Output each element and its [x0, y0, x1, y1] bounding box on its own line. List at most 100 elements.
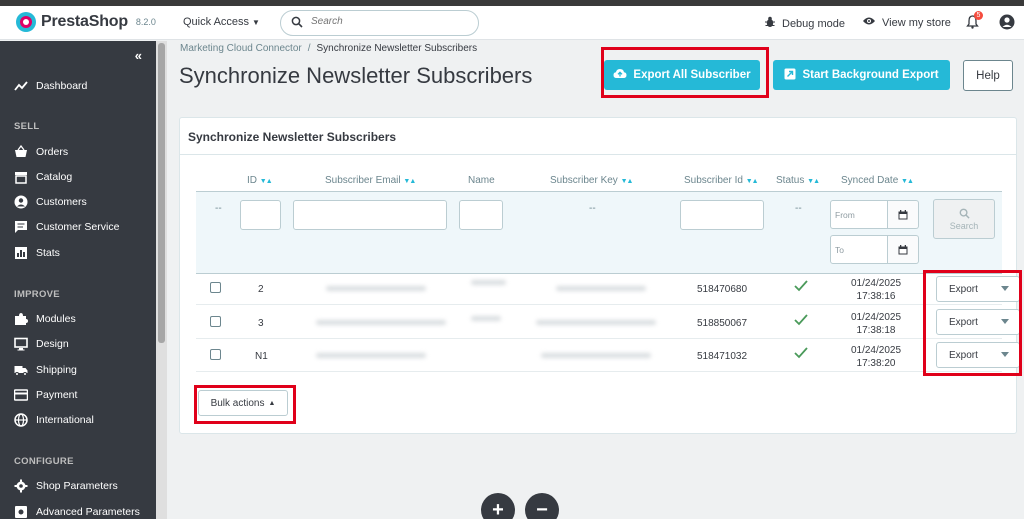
row-checkbox[interactable] [210, 349, 221, 360]
column-header-subscriber-id[interactable]: Subscriber Id ▼▲ [684, 175, 759, 186]
zoom-in-button[interactable]: + [481, 493, 515, 519]
date-from-picker[interactable] [888, 200, 919, 229]
quick-access-label: Quick Access [183, 16, 250, 28]
filter-email-input[interactable] [293, 200, 447, 230]
notification-badge: 5 [974, 11, 983, 20]
search-box[interactable] [280, 10, 479, 36]
notifications-button[interactable]: 5 [966, 11, 983, 32]
table-row: N1 518471032 01/24/2025 17:38:20 [196, 339, 1002, 372]
search-icon [959, 208, 970, 219]
sort-icon[interactable]: ▼▲ [260, 178, 273, 185]
sidebar-item-shop-parameters[interactable]: Shop Parameters [14, 479, 118, 493]
help-button[interactable]: Help [963, 60, 1013, 91]
sidebar-item-dashboard[interactable]: Dashboard [14, 79, 87, 93]
filter-subscriber-id-input[interactable] [680, 200, 764, 230]
calendar-icon [898, 244, 908, 254]
sidebar-section-sell: SELL [14, 121, 40, 132]
column-header-label: Name [468, 175, 495, 186]
eye-icon [862, 16, 876, 29]
sidebar-item-payment[interactable]: Payment [14, 388, 77, 402]
credit-card-icon [14, 389, 28, 401]
sidebar-item-label: Design [36, 338, 69, 350]
sidebar-item-customer-service[interactable]: Customer Service [14, 220, 119, 234]
version-label: 8.2.0 [135, 17, 156, 27]
date-from-input[interactable]: From [830, 200, 888, 229]
row-checkbox[interactable] [210, 316, 221, 327]
sidebar-item-advanced-parameters[interactable]: Advanced Parameters [14, 505, 140, 519]
sidebar-item-orders[interactable]: Orders [14, 145, 68, 159]
truck-icon [14, 366, 28, 376]
plus-icon: + [492, 498, 504, 519]
row-synced-date: 01/24/2025 17:38:20 [846, 344, 906, 370]
sidebar-item-label: Customers [36, 196, 87, 208]
prestashop-logo[interactable]: PrestaShop 8.2.0 [16, 12, 156, 32]
sidebar-item-label: Modules [36, 313, 76, 325]
filter-id-input[interactable] [240, 200, 281, 230]
sidebar-item-international[interactable]: International [14, 413, 94, 427]
highlight-box-bulk-actions [194, 385, 296, 424]
bug-icon [764, 16, 776, 31]
column-header-subscriber-key[interactable]: Subscriber Key ▼▲ [550, 175, 634, 186]
redacted-key [541, 353, 651, 358]
redacted-name [471, 316, 501, 321]
top-header: PrestaShop 8.2.0 Quick Access▼ Debug mod… [0, 6, 1024, 40]
sidebar-section-improve: IMPROVE [14, 289, 60, 300]
status-check-icon [794, 280, 808, 295]
redacted-email [316, 353, 426, 358]
settings-box-icon [15, 506, 27, 518]
sidebar-item-catalog[interactable]: Catalog [14, 170, 72, 184]
table-row: 2 518470680 01/24/2025 17:38:16 [196, 272, 1002, 305]
row-id: 2 [258, 284, 264, 295]
sidebar-item-stats[interactable]: Stats [14, 246, 60, 260]
sort-icon[interactable]: ▼▲ [403, 178, 416, 185]
sidebar-item-design[interactable]: Design [14, 337, 69, 351]
sidebar-item-modules[interactable]: Modules [14, 312, 76, 326]
sort-icon[interactable]: ▼▲ [901, 178, 914, 185]
sidebar-item-label: Shop Parameters [36, 480, 118, 492]
debug-mode-label: Debug mode [782, 17, 845, 30]
column-header-synced-date[interactable]: Synced Date ▼▲ [841, 175, 914, 186]
column-header-status[interactable]: Status ▼▲ [776, 175, 820, 186]
sidebar-item-label: Orders [36, 146, 69, 158]
user-circle-icon[interactable] [999, 14, 1015, 33]
sidebar-item-customers[interactable]: Customers [14, 195, 87, 209]
sidebar-scrollbar[interactable] [156, 41, 167, 519]
page-title: Synchronize Newsletter Subscribers [179, 63, 533, 88]
column-header-label: Subscriber Id [684, 175, 743, 186]
breadcrumb-current: Synchronize Newsletter Subscribers [316, 43, 478, 54]
debug-mode-link[interactable]: Debug mode [764, 16, 845, 31]
row-checkbox[interactable] [210, 282, 221, 293]
quick-access-dropdown[interactable]: Quick Access ▼ [183, 16, 260, 28]
filter-search-button[interactable]: Search [933, 199, 995, 239]
search-input[interactable] [311, 16, 461, 27]
sort-icon[interactable]: ▼▲ [621, 178, 634, 185]
start-background-export-button[interactable]: Start Background Export [773, 60, 950, 90]
column-header-name: Name [468, 175, 495, 186]
status-check-icon [794, 347, 808, 362]
zoom-out-button[interactable]: − [525, 493, 559, 519]
store-icon [15, 172, 27, 184]
breadcrumb-parent[interactable]: Marketing Cloud Connector [180, 43, 302, 54]
highlight-box-export-all [601, 47, 769, 98]
column-header-id[interactable]: ID ▼▲ [247, 175, 273, 186]
sort-icon[interactable]: ▼▲ [746, 178, 759, 185]
scrollbar-thumb[interactable] [158, 43, 165, 343]
sort-icon[interactable]: ▼▲ [807, 178, 820, 185]
row-id: N1 [255, 351, 268, 362]
basket-icon [15, 145, 27, 157]
date-to-input[interactable]: To [830, 235, 888, 264]
gear-icon [14, 479, 28, 493]
globe-icon [14, 413, 28, 427]
bar-chart-icon [15, 247, 27, 259]
collapse-sidebar-icon[interactable]: « [135, 48, 142, 63]
filter-name-input[interactable] [459, 200, 503, 230]
sidebar-item-label: International [36, 414, 94, 426]
view-store-link[interactable]: View my store [862, 16, 951, 29]
sidebar-item-label: Dashboard [36, 80, 88, 92]
column-header-subscriber-email[interactable]: Subscriber Email ▼▲ [325, 175, 416, 186]
card-title: Synchronize Newsletter Subscribers [188, 130, 397, 144]
row-synced-date: 01/24/2025 17:38:16 [846, 277, 906, 303]
sidebar-item-shipping[interactable]: Shipping [14, 363, 77, 377]
date-to-picker[interactable] [888, 235, 919, 264]
search-icon [291, 16, 303, 31]
